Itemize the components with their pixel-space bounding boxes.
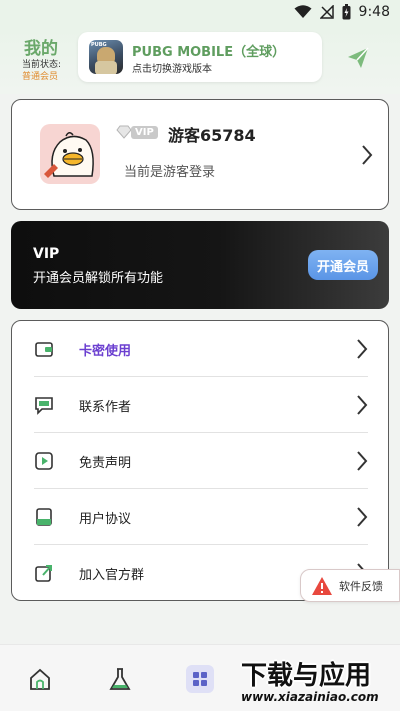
chevron-right-icon [357,395,368,415]
flask-icon[interactable] [106,665,134,693]
watermark: 下载与应用 www.xiazainiao.com [237,655,397,708]
menu-item-disclaimer[interactable]: 免责声明 [12,433,388,489]
menu-item-user-agreement[interactable]: 用户协议 [12,489,388,545]
watermark-title: 下载与应用 [241,661,372,691]
game-logo-text: PUBG [91,42,107,48]
battery-icon [342,4,351,20]
vip-tag: VIP [131,125,158,139]
game-subtitle: 点击切换游戏版本 [132,64,212,75]
user-name: 游客65784 [168,126,256,145]
menu-item-contact-author[interactable]: 联系作者 [12,377,388,433]
chevron-right-icon [357,507,368,527]
menu-item-label: 加入官方群 [79,568,145,583]
book-icon [36,508,52,526]
duck-avatar-icon [44,132,94,178]
menu-item-label: 免责声明 [79,456,132,471]
status-time: 9:48 [358,4,390,20]
wifi-icon [294,5,312,18]
vip-banner-subtitle: 开通会员解锁所有功能 [33,271,164,286]
vip-banner: VIP 开通会员解锁所有功能 开通会员 [11,221,389,309]
warning-icon [312,577,332,595]
menu-item-label: 用户协议 [79,512,132,527]
chat-icon [35,397,53,415]
chevron-right-icon [362,145,373,165]
game-logo: PUBG [89,40,123,74]
play-icon [35,452,53,470]
status-bar: 9:48 [0,0,400,28]
profile-card[interactable]: VIP 游客65784 当前是游客登录 [11,99,389,210]
watermark-url: www.xiazainiao.com [241,690,379,704]
state-value: 普通会员 [22,72,59,82]
page-title: 我的 [24,39,58,59]
game-switch-card[interactable]: PUBG PUBG MOBILE（全球） 点击切换游戏版本 [78,32,322,82]
menu-item-label: 联系作者 [79,400,132,415]
status-icons: 9:48 [294,4,390,20]
wallet-icon [35,342,53,357]
home-icon[interactable] [26,665,54,693]
game-name: PUBG MOBILE（全球） [132,45,286,60]
grid-icon[interactable] [186,665,214,693]
menu-item-card-code[interactable]: 卡密使用 [12,321,388,377]
no-signal-icon [319,5,334,19]
avatar [40,124,100,184]
send-icon[interactable] [346,46,370,70]
login-status: 当前是游客登录 [124,165,216,180]
chevron-right-icon [357,339,368,359]
chevron-right-icon [357,451,368,471]
vip-banner-title: VIP [33,246,60,262]
feedback-label: 软件反馈 [339,580,383,593]
diamond-icon [116,125,132,139]
feedback-button[interactable]: 软件反馈 [300,569,400,602]
share-icon [35,565,52,582]
vip-badge: VIP [116,125,158,139]
menu-list: 卡密使用 联系作者 免责声明 用户协议 加入官方群 [11,320,389,601]
menu-item-label: 卡密使用 [79,344,132,359]
open-vip-button[interactable]: 开通会员 [308,250,378,280]
